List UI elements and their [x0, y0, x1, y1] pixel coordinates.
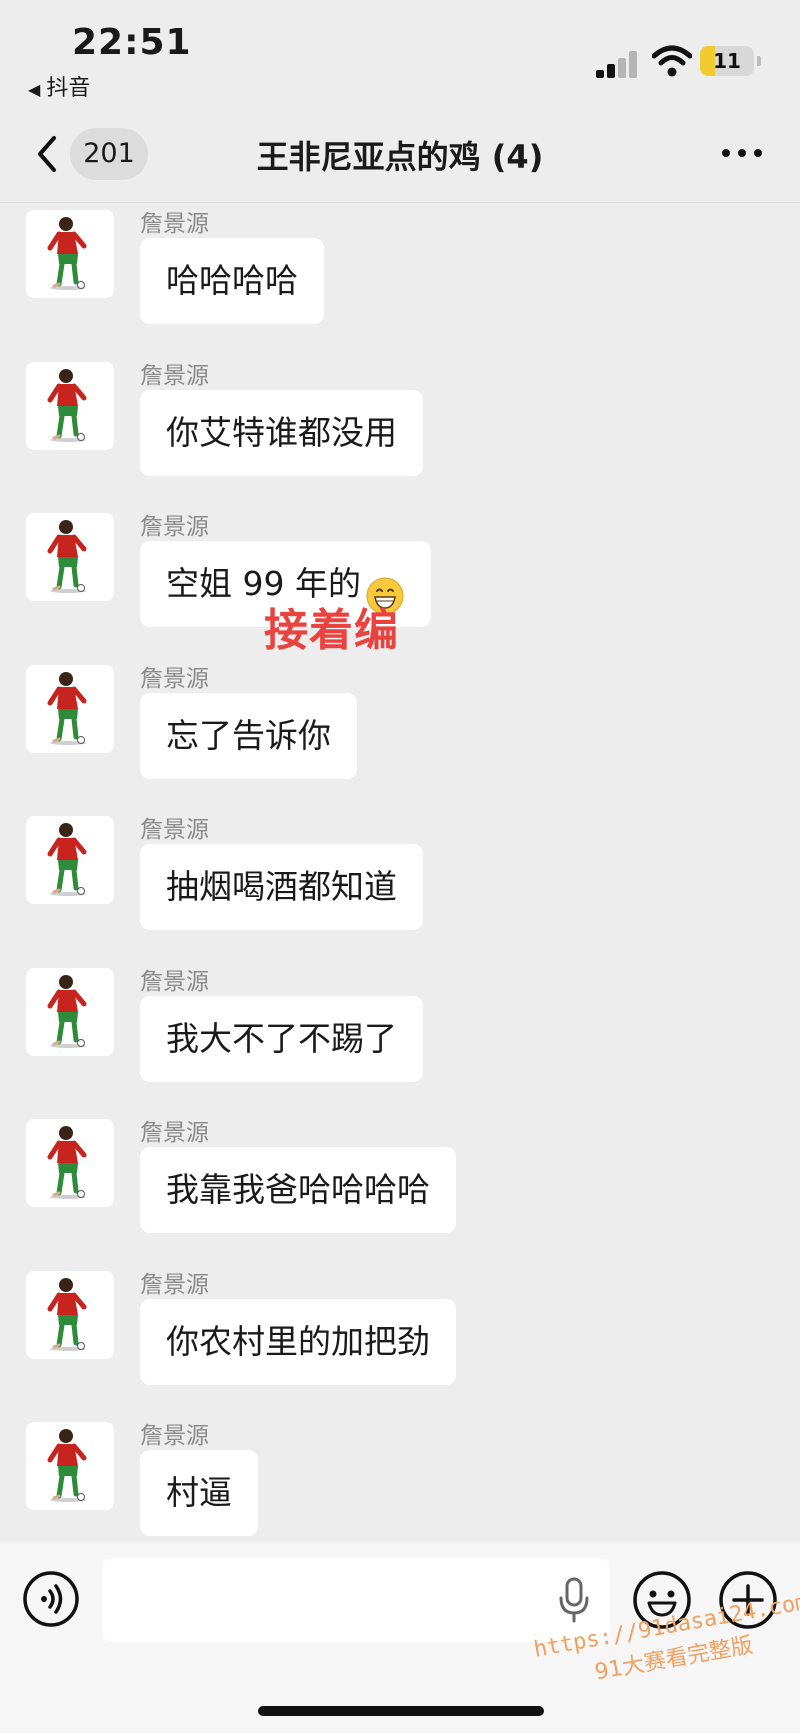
sender-name: 詹景源 — [140, 1120, 209, 1146]
chat-title: 王非尼亚点的鸡 (4) — [256, 138, 544, 176]
message-text: 哈哈哈哈 — [166, 261, 298, 300]
message-row: 詹景源我大不了不踢了 — [0, 962, 800, 1102]
message-text: 我大不了不踢了 — [166, 1019, 397, 1058]
wifi-icon — [652, 45, 692, 77]
message-bubble[interactable]: 你艾特谁都没用 — [140, 390, 423, 476]
chat-header: 201 王非尼亚点的鸡 (4) — [0, 110, 800, 203]
message-bubble[interactable]: 忘了告诉你 — [140, 693, 357, 779]
message-bubble[interactable]: 村逼 — [140, 1450, 258, 1536]
sender-name: 詹景源 — [140, 817, 209, 843]
message-row: 詹景源抽烟喝酒都知道 — [0, 810, 800, 950]
back-triangle-icon: ◀ — [28, 80, 41, 99]
message-text: 我靠我爸哈哈哈哈 — [166, 1170, 430, 1209]
message-text: 抽烟喝酒都知道 — [166, 867, 397, 906]
avatar[interactable] — [26, 1119, 114, 1207]
sender-name: 詹景源 — [140, 1423, 209, 1449]
avatar[interactable] — [26, 968, 114, 1056]
avatar[interactable] — [26, 362, 114, 450]
message-bubble[interactable]: 我大不了不踢了 — [140, 996, 423, 1082]
message-input[interactable] — [102, 1558, 610, 1642]
sender-name: 詹景源 — [140, 211, 209, 237]
back-to-app-link[interactable]: ◀ 抖音 — [28, 70, 90, 102]
message-row: 詹景源村逼 — [0, 1416, 800, 1556]
battery-icon: 11 — [700, 46, 762, 76]
sender-name: 詹景源 — [140, 363, 209, 389]
overlay-caption: 接着编 — [264, 605, 399, 656]
unread-count-badge[interactable]: 201 — [70, 128, 148, 180]
message-row: 詹景源你农村里的加把劲 — [0, 1265, 800, 1405]
message-row: 詹景源我靠我爸哈哈哈哈 — [0, 1113, 800, 1253]
message-text: 你农村里的加把劲 — [166, 1322, 430, 1361]
cellular-signal-icon — [596, 48, 640, 78]
home-indicator[interactable] — [258, 1706, 544, 1716]
message-text: 村逼 — [166, 1473, 232, 1512]
status-time: 22:51 — [72, 22, 192, 63]
message-row: 詹景源你艾特谁都没用 — [0, 356, 800, 496]
message-row: 詹景源 空姐 99 年的 — [0, 507, 800, 647]
message-row: 詹景源忘了告诉你 — [0, 659, 800, 799]
message-bubble[interactable]: 抽烟喝酒都知道 — [140, 844, 423, 930]
avatar[interactable] — [26, 210, 114, 298]
message-bubble[interactable]: 哈哈哈哈 — [140, 238, 324, 324]
microphone-icon[interactable] — [556, 1576, 592, 1624]
message-row: 詹景源哈哈哈哈 — [0, 204, 800, 344]
avatar[interactable] — [26, 513, 114, 601]
message-bubble[interactable]: 你农村里的加把劲 — [140, 1299, 456, 1385]
back-app-label: 抖音 — [46, 76, 91, 101]
message-bubble[interactable]: 我靠我爸哈哈哈哈 — [140, 1147, 456, 1233]
avatar[interactable] — [26, 816, 114, 904]
sender-name: 詹景源 — [140, 1272, 209, 1298]
more-dots-icon[interactable] — [718, 138, 766, 168]
sender-name: 詹景源 — [140, 666, 209, 692]
battery-level: 11 — [713, 49, 741, 73]
message-text: 你艾特谁都没用 — [166, 413, 397, 452]
voice-icon[interactable] — [22, 1570, 80, 1628]
avatar[interactable] — [26, 1271, 114, 1359]
sender-name: 詹景源 — [140, 514, 209, 540]
avatar[interactable] — [26, 1422, 114, 1510]
avatar[interactable] — [26, 665, 114, 753]
message-text: 忘了告诉你 — [166, 716, 331, 755]
chevron-left-icon[interactable] — [28, 128, 68, 180]
status-bar: 22:51 ◀ 抖音 11 — [0, 0, 800, 110]
sender-name: 詹景源 — [140, 969, 209, 995]
